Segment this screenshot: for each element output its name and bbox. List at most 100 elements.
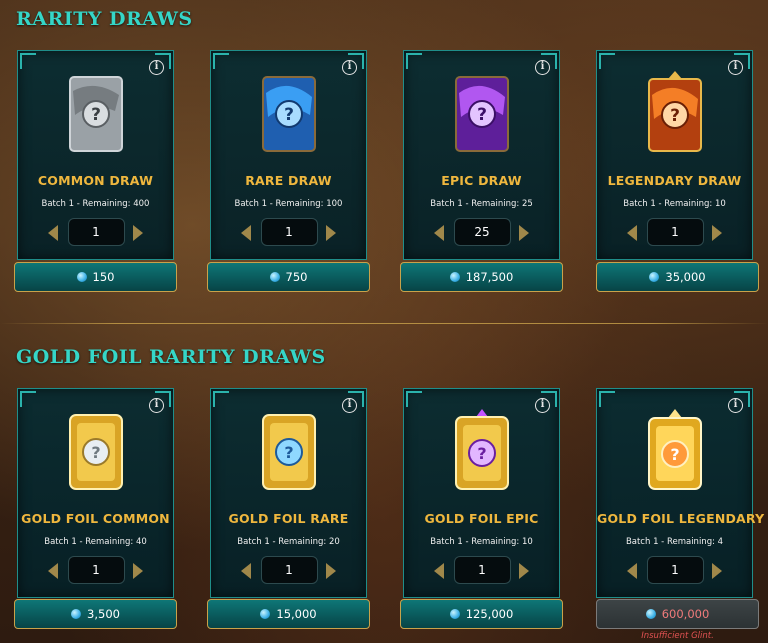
svg-text:?: ? <box>91 105 101 125</box>
quantity-input[interactable]: 1 <box>67 218 125 246</box>
card-title: RARE DRAW <box>245 173 332 188</box>
svg-text:?: ? <box>477 444 486 463</box>
svg-text:?: ? <box>670 106 680 126</box>
price: 600,000 <box>661 607 710 621</box>
batch-remaining: Batch 1 - Remaining: 40 <box>44 537 147 547</box>
batch-remaining: Batch 1 - Remaining: 20 <box>237 537 340 547</box>
arrow-left-icon[interactable] <box>241 225 251 241</box>
buy-epic-draw-button[interactable]: 187,500 <box>400 262 563 292</box>
price: 750 <box>285 270 308 284</box>
price: 150 <box>92 270 115 284</box>
card-gold-foil-legendary: i ? GOLD FOIL LEGENDARY Batch 1 - Remain… <box>596 388 765 598</box>
info-icon[interactable]: i <box>342 398 357 413</box>
card-rare-draw: i ? RARE DRAW Batch 1 - Remaining: 100 1 <box>210 50 367 260</box>
arrow-right-icon[interactable] <box>519 563 529 579</box>
section-title-rarity-draws: RARITY DRAWS <box>16 8 193 30</box>
quantity-input[interactable]: 1 <box>646 556 704 584</box>
card-title: COMMON DRAW <box>37 173 154 188</box>
glint-icon <box>71 609 82 619</box>
card-gold-foil-epic: i ? GOLD FOIL EPIC Batch 1 - Remaining: … <box>403 388 560 598</box>
batch-remaining: Batch 1 - Remaining: 400 <box>41 199 150 209</box>
price: 15,000 <box>276 607 317 621</box>
info-icon[interactable]: i <box>535 398 550 413</box>
card-title: GOLD FOIL LEGENDARY <box>597 511 765 526</box>
insufficient-glint-warning: Insufficient Glint. <box>641 631 714 641</box>
epic-pack-icon: ? <box>451 71 513 157</box>
arrow-right-icon[interactable] <box>326 563 336 579</box>
info-icon[interactable]: i <box>728 398 743 413</box>
card-title: GOLD FOIL COMMON <box>21 511 170 526</box>
section-title-gold-foil-rarity-draws: GOLD FOIL RARITY DRAWS <box>16 346 326 368</box>
batch-remaining: Batch 1 - Remaining: 10 <box>430 537 533 547</box>
buy-gold-foil-epic-button[interactable]: 125,000 <box>400 599 563 629</box>
card-gold-foil-common: i ? GOLD FOIL COMMON Batch 1 - Remaining… <box>17 388 174 598</box>
quantity-input[interactable]: 1 <box>67 556 125 584</box>
glint-icon <box>649 272 660 282</box>
glint-icon <box>449 272 460 282</box>
arrow-left-icon[interactable] <box>434 225 444 241</box>
price: 125,000 <box>465 607 514 621</box>
arrow-right-icon[interactable] <box>519 225 529 241</box>
section-divider <box>0 323 768 324</box>
arrow-right-icon[interactable] <box>133 563 143 579</box>
arrow-right-icon[interactable] <box>712 225 722 241</box>
arrow-right-icon[interactable] <box>326 225 336 241</box>
card-common-draw: i ? COMMON DRAW Batch 1 - Remaining: 400… <box>17 50 174 260</box>
card-legendary-draw: i ? LEGENDARY DRAW Batch 1 - Remaining: … <box>596 50 753 260</box>
quantity-input[interactable]: 1 <box>453 556 511 584</box>
card-title: EPIC DRAW <box>441 173 522 188</box>
arrow-left-icon[interactable] <box>434 563 444 579</box>
batch-remaining: Batch 1 - Remaining: 10 <box>623 199 726 209</box>
svg-text:?: ? <box>91 443 100 462</box>
buy-common-draw-button[interactable]: 150 <box>14 262 177 292</box>
gold-foil-rare-pack-icon: ? <box>258 409 320 495</box>
arrow-right-icon[interactable] <box>133 225 143 241</box>
quantity-input[interactable]: 1 <box>646 218 704 246</box>
info-icon[interactable]: i <box>149 60 164 75</box>
gold-foil-epic-pack-icon: ? <box>451 409 513 495</box>
glint-icon <box>260 609 271 619</box>
arrow-right-icon[interactable] <box>712 563 722 579</box>
price: 187,500 <box>465 270 514 284</box>
batch-remaining: Batch 1 - Remaining: 25 <box>430 199 533 209</box>
info-icon[interactable]: i <box>728 60 743 75</box>
buy-gold-foil-common-button[interactable]: 3,500 <box>14 599 177 629</box>
svg-text:?: ? <box>477 105 487 125</box>
info-icon[interactable]: i <box>342 60 357 75</box>
buy-legendary-draw-button[interactable]: 35,000 <box>596 262 759 292</box>
batch-remaining: Batch 1 - Remaining: 100 <box>234 199 343 209</box>
arrow-left-icon[interactable] <box>48 563 58 579</box>
card-gold-foil-rare: i ? GOLD FOIL RARE Batch 1 - Remaining: … <box>210 388 367 598</box>
arrow-left-icon[interactable] <box>627 225 637 241</box>
rare-pack-icon: ? <box>258 71 320 157</box>
buy-gold-foil-legendary-button[interactable]: 600,000 <box>596 599 759 629</box>
gold-foil-legendary-pack-icon: ? <box>644 409 706 495</box>
card-title: GOLD FOIL EPIC <box>424 511 539 526</box>
gold-foil-common-pack-icon: ? <box>65 409 127 495</box>
buy-gold-foil-rare-button[interactable]: 15,000 <box>207 599 370 629</box>
price: 3,500 <box>87 607 120 621</box>
svg-text:?: ? <box>284 105 294 125</box>
common-pack-icon: ? <box>65 71 127 157</box>
card-title: LEGENDARY DRAW <box>607 173 742 188</box>
buy-rare-draw-button[interactable]: 750 <box>207 262 370 292</box>
glint-icon <box>76 272 87 282</box>
quantity-input[interactable]: 1 <box>260 218 318 246</box>
price: 35,000 <box>665 270 706 284</box>
card-title: GOLD FOIL RARE <box>228 511 349 526</box>
arrow-left-icon[interactable] <box>627 563 637 579</box>
glint-icon <box>449 609 460 619</box>
legendary-pack-icon: ? <box>644 71 706 157</box>
info-icon[interactable]: i <box>149 398 164 413</box>
arrow-left-icon[interactable] <box>241 563 251 579</box>
quantity-input[interactable]: 1 <box>260 556 318 584</box>
card-epic-draw: i ? EPIC DRAW Batch 1 - Remaining: 25 25 <box>403 50 560 260</box>
svg-text:?: ? <box>670 445 679 464</box>
glint-icon <box>269 272 280 282</box>
glint-icon <box>645 609 656 619</box>
arrow-left-icon[interactable] <box>48 225 58 241</box>
batch-remaining: Batch 1 - Remaining: 4 <box>625 537 724 547</box>
info-icon[interactable]: i <box>535 60 550 75</box>
svg-text:?: ? <box>284 443 293 462</box>
quantity-input[interactable]: 25 <box>453 218 511 246</box>
